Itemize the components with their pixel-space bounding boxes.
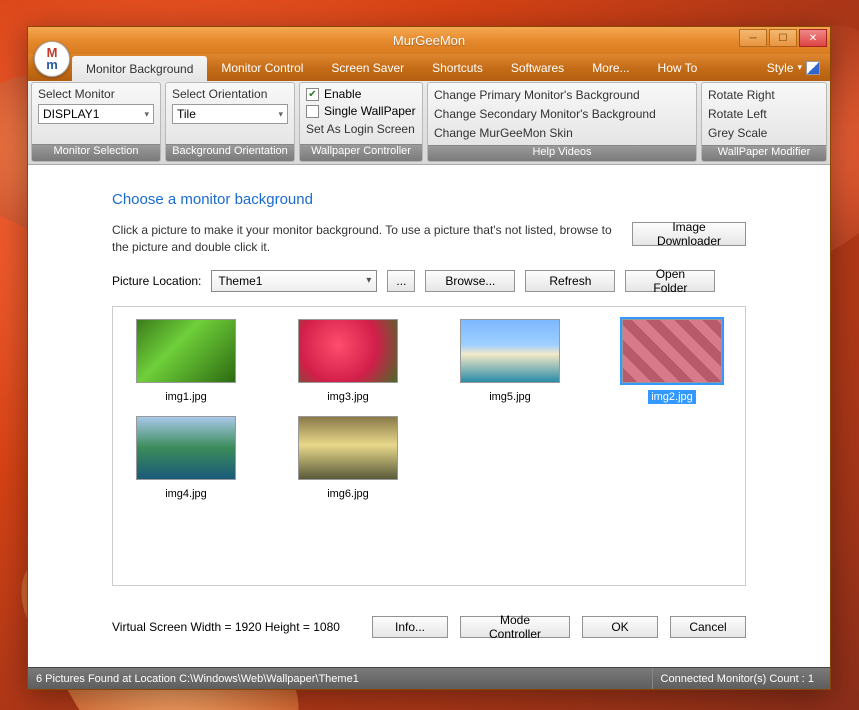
group-orientation: Select Orientation Tile Background Orien… <box>165 82 295 162</box>
refresh-button[interactable]: Refresh <box>525 270 615 292</box>
thumbnail-image <box>136 319 236 383</box>
select-monitor-combo[interactable]: DISPLAY1 <box>38 104 154 124</box>
picture-location-label: Picture Location: <box>112 274 201 288</box>
select-orientation-label: Select Orientation <box>172 87 288 101</box>
single-wallpaper-checkbox[interactable]: Single WallPaper <box>306 104 416 118</box>
maximize-button[interactable]: ☐ <box>769 29 797 47</box>
thumbnail-item[interactable]: img6.jpg <box>293 416 403 501</box>
help-skin-link[interactable]: Change MurGeeMon Skin <box>434 125 690 141</box>
thumbnail-filename: img4.jpg <box>162 487 210 501</box>
thumbnail-item[interactable]: img4.jpg <box>131 416 241 501</box>
page-heading: Choose a monitor background <box>112 191 746 208</box>
thumbnail-item[interactable]: img2.jpg <box>617 319 727 404</box>
tab-more[interactable]: More... <box>578 54 643 81</box>
thumbnail-image <box>622 319 722 383</box>
chevron-down-icon: ▾ <box>797 62 802 73</box>
picture-location-select[interactable]: Theme1 <box>211 270 377 292</box>
thumbnail-filename: img1.jpg <box>162 390 210 404</box>
set-login-screen-link[interactable]: Set As Login Screen <box>306 121 416 137</box>
virtual-screen-text: Virtual Screen Width = 1920 Height = 108… <box>112 620 340 634</box>
group-wallpaper-modifier: Rotate Right Rotate Left Grey Scale Wall… <box>701 82 827 162</box>
group-help-videos: Change Primary Monitor's Background Chan… <box>427 82 697 162</box>
status-right: Connected Monitor(s) Count : 1 <box>652 668 822 689</box>
style-swatch-icon <box>806 61 820 75</box>
tab-shortcuts[interactable]: Shortcuts <box>418 54 497 81</box>
tab-bar: Mm Monitor Background Monitor Control Sc… <box>28 54 830 81</box>
style-menu[interactable]: Style ▾ <box>757 54 830 81</box>
group-title: WallPaper Modifier <box>702 145 826 161</box>
thumbnail-image <box>298 319 398 383</box>
group-monitor-selection: Select Monitor DISPLAY1 Monitor Selectio… <box>31 82 161 162</box>
window-title: MurGeeMon <box>28 33 830 48</box>
browse-button[interactable]: Browse... <box>425 270 515 292</box>
thumbnail-image <box>460 319 560 383</box>
ok-button[interactable]: OK <box>582 616 658 638</box>
grey-scale-link[interactable]: Grey Scale <box>708 125 820 141</box>
tab-how-to[interactable]: How To <box>644 54 712 81</box>
group-title: Wallpaper Controller <box>300 144 422 161</box>
thumbnail-item[interactable]: img3.jpg <box>293 319 403 404</box>
tab-screen-saver[interactable]: Screen Saver <box>317 54 418 81</box>
group-title: Background Orientation <box>166 144 294 161</box>
thumbnail-item[interactable]: img5.jpg <box>455 319 565 404</box>
help-primary-bg-link[interactable]: Change Primary Monitor's Background <box>434 87 690 103</box>
content-area: Choose a monitor background Click a pict… <box>28 165 830 667</box>
thumbnail-filename: img6.jpg <box>324 487 372 501</box>
minimize-button[interactable]: ─ <box>739 29 767 47</box>
group-title: Help Videos <box>428 145 696 161</box>
select-orientation-combo[interactable]: Tile <box>172 104 288 124</box>
thumbnail-filename: img2.jpg <box>648 390 696 404</box>
tab-softwares[interactable]: Softwares <box>497 54 578 81</box>
thumbnail-item[interactable]: img1.jpg <box>131 319 241 404</box>
app-logo[interactable]: Mm <box>34 41 70 77</box>
status-left: 6 Pictures Found at Location C:\Windows\… <box>36 673 359 685</box>
cancel-button[interactable]: Cancel <box>670 616 746 638</box>
mode-controller-button[interactable]: Mode Controller <box>460 616 570 638</box>
open-folder-button[interactable]: Open Folder <box>625 270 715 292</box>
rotate-right-link[interactable]: Rotate Right <box>708 87 820 103</box>
info-button[interactable]: Info... <box>372 616 448 638</box>
thumbnail-image <box>298 416 398 480</box>
instructions-text: Click a picture to make it your monitor … <box>112 222 622 256</box>
tab-monitor-control[interactable]: Monitor Control <box>207 54 317 81</box>
rotate-left-link[interactable]: Rotate Left <box>708 106 820 122</box>
style-menu-label: Style <box>767 61 794 75</box>
group-wallpaper-controller: ✔Enable Single WallPaper Set As Login Sc… <box>299 82 423 162</box>
thumbnail-filename: img5.jpg <box>486 390 534 404</box>
thumbnail-image <box>136 416 236 480</box>
thumbnail-grid: img1.jpg img3.jpg img5.jpg img2.jpg img4.jpg… <box>112 306 746 586</box>
status-bar: 6 Pictures Found at Location C:\Windows\… <box>28 667 830 689</box>
group-title: Monitor Selection <box>32 144 160 161</box>
close-button[interactable]: ✕ <box>799 29 827 47</box>
select-monitor-label: Select Monitor <box>38 87 154 101</box>
enable-checkbox[interactable]: ✔Enable <box>306 87 416 101</box>
thumbnail-filename: img3.jpg <box>324 390 372 404</box>
image-downloader-button[interactable]: Image Downloader <box>632 222 746 246</box>
tab-monitor-background[interactable]: Monitor Background <box>72 56 207 81</box>
help-secondary-bg-link[interactable]: Change Secondary Monitor's Background <box>434 106 690 122</box>
app-window: MurGeeMon ─ ☐ ✕ Mm Monitor Background Mo… <box>27 26 831 690</box>
ellipsis-button[interactable]: ... <box>387 270 415 292</box>
ribbon: Select Monitor DISPLAY1 Monitor Selectio… <box>28 81 830 165</box>
titlebar[interactable]: MurGeeMon ─ ☐ ✕ <box>28 27 830 54</box>
